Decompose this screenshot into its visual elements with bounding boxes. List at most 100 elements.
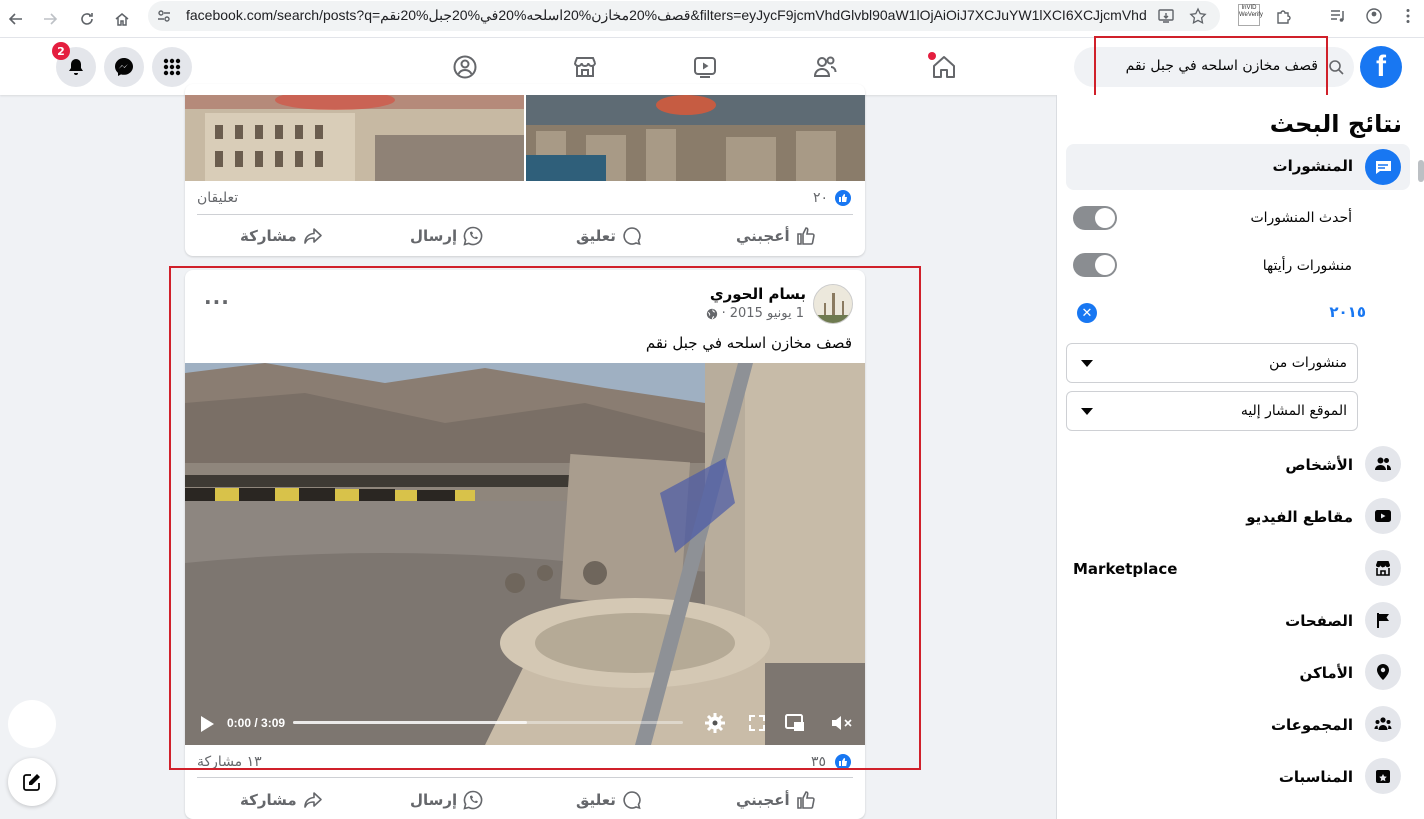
posts-from-dropdown[interactable]: منشورات من: [1066, 343, 1358, 383]
sidebar-item-events[interactable]: المناسبات: [1279, 768, 1353, 786]
browser-toolbar: facebook.com/search/posts?q=قصف%20مخازن%…: [0, 0, 1424, 38]
video-play-icon[interactable]: [1365, 498, 1401, 534]
invid-extension-icon[interactable]: InVID WeVerify: [1238, 4, 1263, 26]
chevron-down-icon: [1081, 408, 1093, 415]
send-label: إرسال: [410, 227, 458, 245]
gaming-icon: [453, 55, 477, 79]
sidebar-item-places[interactable]: الأماكن: [1300, 664, 1353, 682]
profile-icon[interactable]: [1364, 6, 1384, 26]
reload-icon[interactable]: [75, 7, 99, 31]
comment-label: تعليق: [576, 227, 616, 245]
share-label: مشاركة: [240, 791, 297, 809]
comment-icon: [623, 227, 641, 246]
sidebar-scrollbar[interactable]: [1418, 160, 1424, 182]
share-icon: [303, 792, 322, 808]
sidebar-item-people[interactable]: الأشخاص: [1285, 456, 1353, 474]
post2-like-button[interactable]: أعجبني: [736, 783, 816, 817]
sidebar-title: نتائج البحث: [1269, 110, 1402, 138]
post2-share-button[interactable]: مشاركة: [240, 783, 323, 817]
thumbs-up-icon: [796, 227, 815, 245]
toggle-seen-label: منشورات رأيتها: [1262, 258, 1352, 274]
post-image-left: [185, 95, 524, 181]
posts-icon: [1365, 149, 1401, 185]
tagged-location-label: الموقع المشار إليه: [1240, 403, 1347, 419]
new-message-button[interactable]: [8, 758, 56, 806]
marketplace-icon: [574, 57, 596, 77]
notification-badge: 2: [52, 42, 70, 60]
post1-comment-count[interactable]: تعليقان: [197, 190, 238, 206]
messenger-button[interactable]: [104, 47, 144, 87]
calendar-star-icon[interactable]: [1365, 758, 1401, 794]
home-notification-dot: [928, 52, 936, 60]
whatsapp-icon: [463, 790, 483, 810]
whatsapp-icon: [463, 226, 483, 246]
address-bar[interactable]: facebook.com/search/posts?q=قصف%20مخازن%…: [148, 1, 1220, 31]
watch-tab[interactable]: [692, 54, 718, 80]
location-pin-icon[interactable]: [1365, 654, 1401, 690]
year-filter-value[interactable]: ٢٠١٥: [1329, 303, 1366, 321]
friends-icon: [813, 56, 837, 77]
share-icon: [303, 228, 322, 244]
tagged-location-dropdown[interactable]: الموقع المشار إليه: [1066, 391, 1358, 431]
post1-like-button[interactable]: أعجبني: [736, 219, 816, 253]
install-app-icon[interactable]: [1156, 6, 1176, 26]
people-icon[interactable]: [1365, 446, 1401, 482]
messenger-icon: [115, 58, 133, 76]
sidebar-item-pages[interactable]: الصفحات: [1285, 612, 1353, 630]
menu-button[interactable]: [152, 47, 192, 87]
share-label: مشاركة: [240, 227, 297, 245]
divider: [197, 214, 853, 215]
friends-tab[interactable]: [812, 54, 838, 80]
post-image-right: [526, 95, 865, 181]
post1-share-button[interactable]: مشاركة: [240, 219, 323, 253]
post2-comment-button[interactable]: تعليق: [576, 783, 642, 817]
comment-label: تعليق: [576, 791, 616, 809]
sidebar-item-groups[interactable]: المجموعات: [1271, 716, 1353, 734]
thumbs-up-icon: [796, 791, 815, 809]
chevron-down-icon: [1081, 360, 1093, 367]
toggle-seen-posts[interactable]: [1073, 253, 1117, 277]
sidebar-item-posts-label: المنشورات: [1272, 157, 1353, 175]
like-label: أعجبني: [736, 227, 790, 245]
marketplace-tab[interactable]: [572, 54, 598, 80]
highlight-box-post: [169, 266, 921, 770]
compose-icon: [23, 774, 40, 791]
flag-icon[interactable]: [1365, 602, 1401, 638]
bookmark-star-icon[interactable]: [1188, 6, 1208, 26]
marketplace-icon[interactable]: [1365, 550, 1401, 586]
sidebar-item-videos[interactable]: مقاطع الفيديو: [1246, 508, 1353, 526]
bell-icon: [69, 59, 83, 75]
forward-icon[interactable]: [38, 7, 62, 31]
site-settings-icon[interactable]: [156, 8, 172, 24]
toggle-recent-label: أحدث المنشورات: [1250, 210, 1352, 226]
send-label: إرسال: [410, 791, 458, 809]
sidebar-item-posts[interactable]: [1066, 144, 1410, 190]
home-browser-icon[interactable]: [110, 7, 134, 31]
floating-placeholder: [8, 700, 56, 748]
facebook-logo[interactable]: f: [1360, 46, 1402, 88]
like-reaction-icon: [835, 190, 851, 206]
search-icon: [1329, 60, 1344, 75]
divider: [197, 777, 853, 778]
watch-video-icon: [694, 57, 716, 78]
post1-like-count[interactable]: ٢٠: [813, 190, 828, 206]
media-controls-icon[interactable]: [1328, 6, 1348, 26]
toggle-recent-posts[interactable]: [1073, 206, 1117, 230]
groups-icon[interactable]: [1365, 706, 1401, 742]
extension-label: InVID WeVerify: [1239, 5, 1263, 18]
gaming-tab[interactable]: [452, 54, 478, 80]
url-text[interactable]: facebook.com/search/posts?q=قصف%20مخازن%…: [186, 7, 1146, 24]
logo-letter: f: [1376, 50, 1386, 83]
post1-send-button[interactable]: إرسال: [410, 219, 483, 253]
post1-comment-button[interactable]: تعليق: [576, 219, 642, 253]
browser-menu-icon[interactable]: [1398, 6, 1418, 26]
sidebar-item-marketplace[interactable]: Marketplace: [1073, 560, 1177, 578]
highlight-box-search: [1094, 36, 1328, 100]
clear-year-filter-button[interactable]: ✕: [1077, 303, 1097, 323]
back-icon[interactable]: [4, 7, 28, 31]
like-label: أعجبني: [736, 791, 790, 809]
grid-menu-icon: [163, 58, 181, 76]
comment-icon: [623, 791, 641, 810]
post2-send-button[interactable]: إرسال: [410, 783, 483, 817]
extensions-puzzle-icon[interactable]: [1274, 6, 1294, 26]
